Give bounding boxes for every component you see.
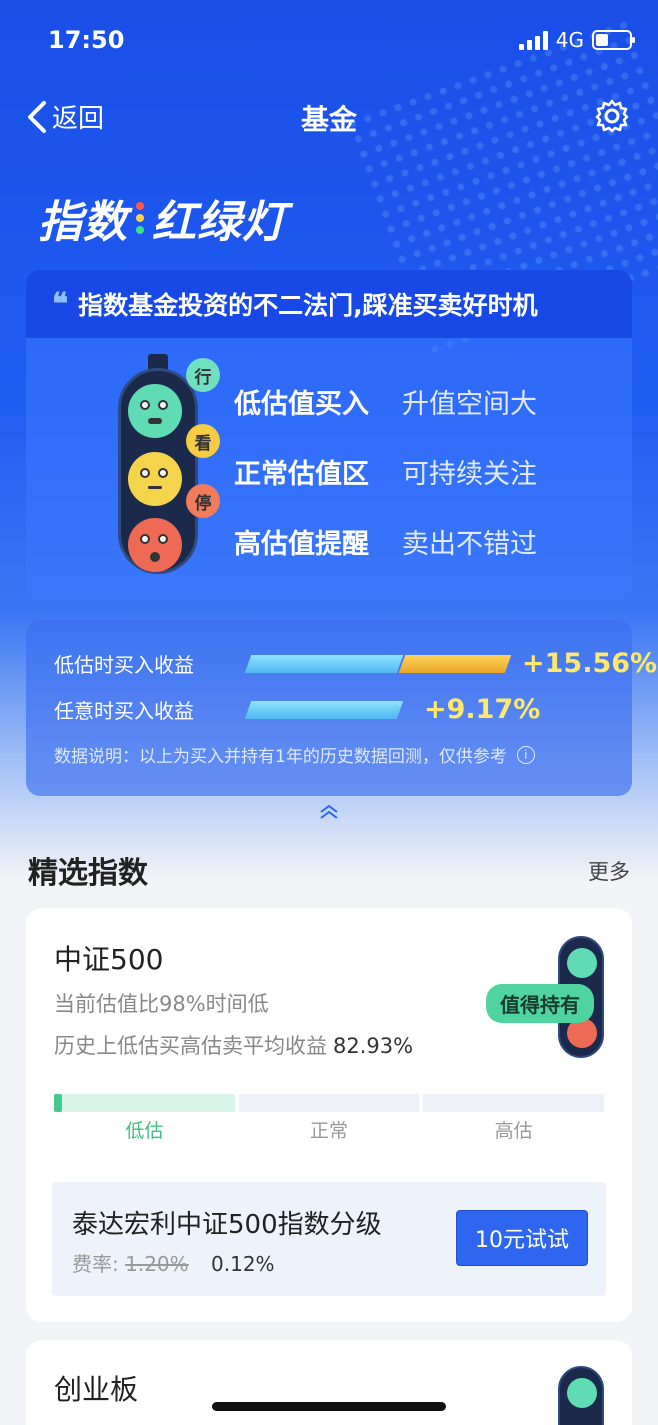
any-buy-return-row: 任意时买入收益 +9.17% [54,694,540,725]
data-note-text: 数据说明：以上为买入并持有1年的历史数据回测，仅供参考 [54,747,507,767]
section-title: 精选指数 [28,856,148,891]
fee-new: 0.12% [211,1252,275,1276]
network-type: 4G [555,28,584,52]
home-indicator [212,1402,446,1411]
low-buy-percent: +15.56% [522,648,658,679]
info-icon[interactable]: i [516,745,535,764]
scale-label-normal: 正常 [310,1120,349,1142]
traffic-dots-icon [136,202,144,234]
watch-bubble: 看 [186,424,220,458]
returns-card: 低估时买入收益 +15.56% 任意时买入收益 +9.17% 数据说明：以上为买… [26,620,657,796]
quote-icon: ❝ [52,286,69,322]
intro-row-key: 低估值买入 [234,389,369,420]
scale-segment-high [423,1094,605,1112]
intro-row-value: 升值空间大 [402,389,537,420]
low-buy-bar-base [244,654,404,673]
hero-title-left: 指数 [38,197,128,248]
fund-box[interactable]: 泰达宏利中证500指数分级 费率: 1.20% 0.12% 10元试试 [52,1182,606,1296]
intro-row: 低估值买入 升值空间大 [234,382,537,452]
low-buy-return-row: 低估时买入收益 +15.56% [54,648,657,679]
collapse-chevron-icon[interactable] [318,804,340,824]
nav-bar: 返回 基金 [0,90,658,142]
scale-segment-low [54,1094,235,1112]
intro-headline: ❝ 指数基金投资的不二法门,踩准买卖好时机 [26,270,632,338]
index-name: 创业板 [54,1373,139,1406]
status-badge: 值得持有 [486,984,594,1023]
intro-row-key: 高估值提醒 [234,529,369,560]
scale-label-low: 低估 [125,1120,164,1142]
low-buy-label: 低估时买入收益 [54,653,194,677]
intro-row: 高估值提醒 卖出不错过 [234,522,537,592]
index-return-desc: 历史上低估买高估卖平均收益 82.93% [54,1030,413,1060]
scale-label-high: 高估 [494,1120,533,1142]
hero-title: 指数 红绿灯 [38,186,287,250]
gear-icon[interactable] [594,98,630,138]
shocked-face-icon [128,518,182,572]
fund-name: 泰达宏利中证500指数分级 [72,1210,382,1240]
fund-fee: 费率: 1.20% 0.12% [72,1248,275,1277]
any-buy-label: 任意时买入收益 [54,699,194,723]
mini-traffic-light-icon [558,1366,604,1425]
any-buy-percent: +9.17% [424,694,541,725]
signal-icon [518,30,548,50]
any-buy-bar [244,700,404,719]
intro-card: ❝ 指数基金投资的不二法门,踩准买卖好时机 行 看 停 低估值买入 升值空间大 正… [26,270,632,600]
intro-row-value: 可持续关注 [402,459,537,490]
fee-label: 费率: [72,1252,119,1276]
status-time: 17:50 [48,26,125,54]
status-bar: 17:50 4G [0,0,658,80]
neutral-face-icon [128,452,182,506]
page-title: 基金 [300,103,357,136]
valuation-scale-labels: 低估 正常 高估 [54,1116,604,1143]
battery-icon [592,30,635,50]
more-link[interactable]: 更多 [588,856,630,886]
index-name: 中证500 [54,943,164,976]
intro-row: 正常估值区 可持续关注 [234,452,537,522]
happy-face-icon [128,384,182,438]
traffic-light-illustration [118,354,198,574]
index-return-value: 82.93% [333,1034,414,1058]
intro-row-value: 卖出不错过 [402,529,537,560]
index-valuation-desc: 当前估值比98%时间低 [54,992,269,1016]
scale-segment-normal [238,1094,420,1112]
index-return-label: 历史上低估买高估卖平均收益 [54,1034,327,1058]
data-note: 数据说明：以上为买入并持有1年的历史数据回测，仅供参考 i [54,742,535,767]
go-bubble: 行 [186,358,220,392]
low-buy-bar-extra [398,654,512,673]
intro-row-key: 正常估值区 [234,459,369,490]
intro-headline-text: 指数基金投资的不二法门,踩准买卖好时机 [78,291,538,320]
fee-old: 1.20% [125,1252,189,1276]
hero-title-right: 红绿灯 [152,197,287,248]
try-button[interactable]: 10元试试 [456,1210,588,1266]
valuation-scale [54,1094,605,1112]
index-card[interactable]: 中证500 当前估值比98%时间低 历史上低估买高估卖平均收益 82.93% 值得… [26,908,632,1322]
stop-bubble: 停 [186,484,220,518]
index-card[interactable]: 创业板 [26,1340,632,1425]
